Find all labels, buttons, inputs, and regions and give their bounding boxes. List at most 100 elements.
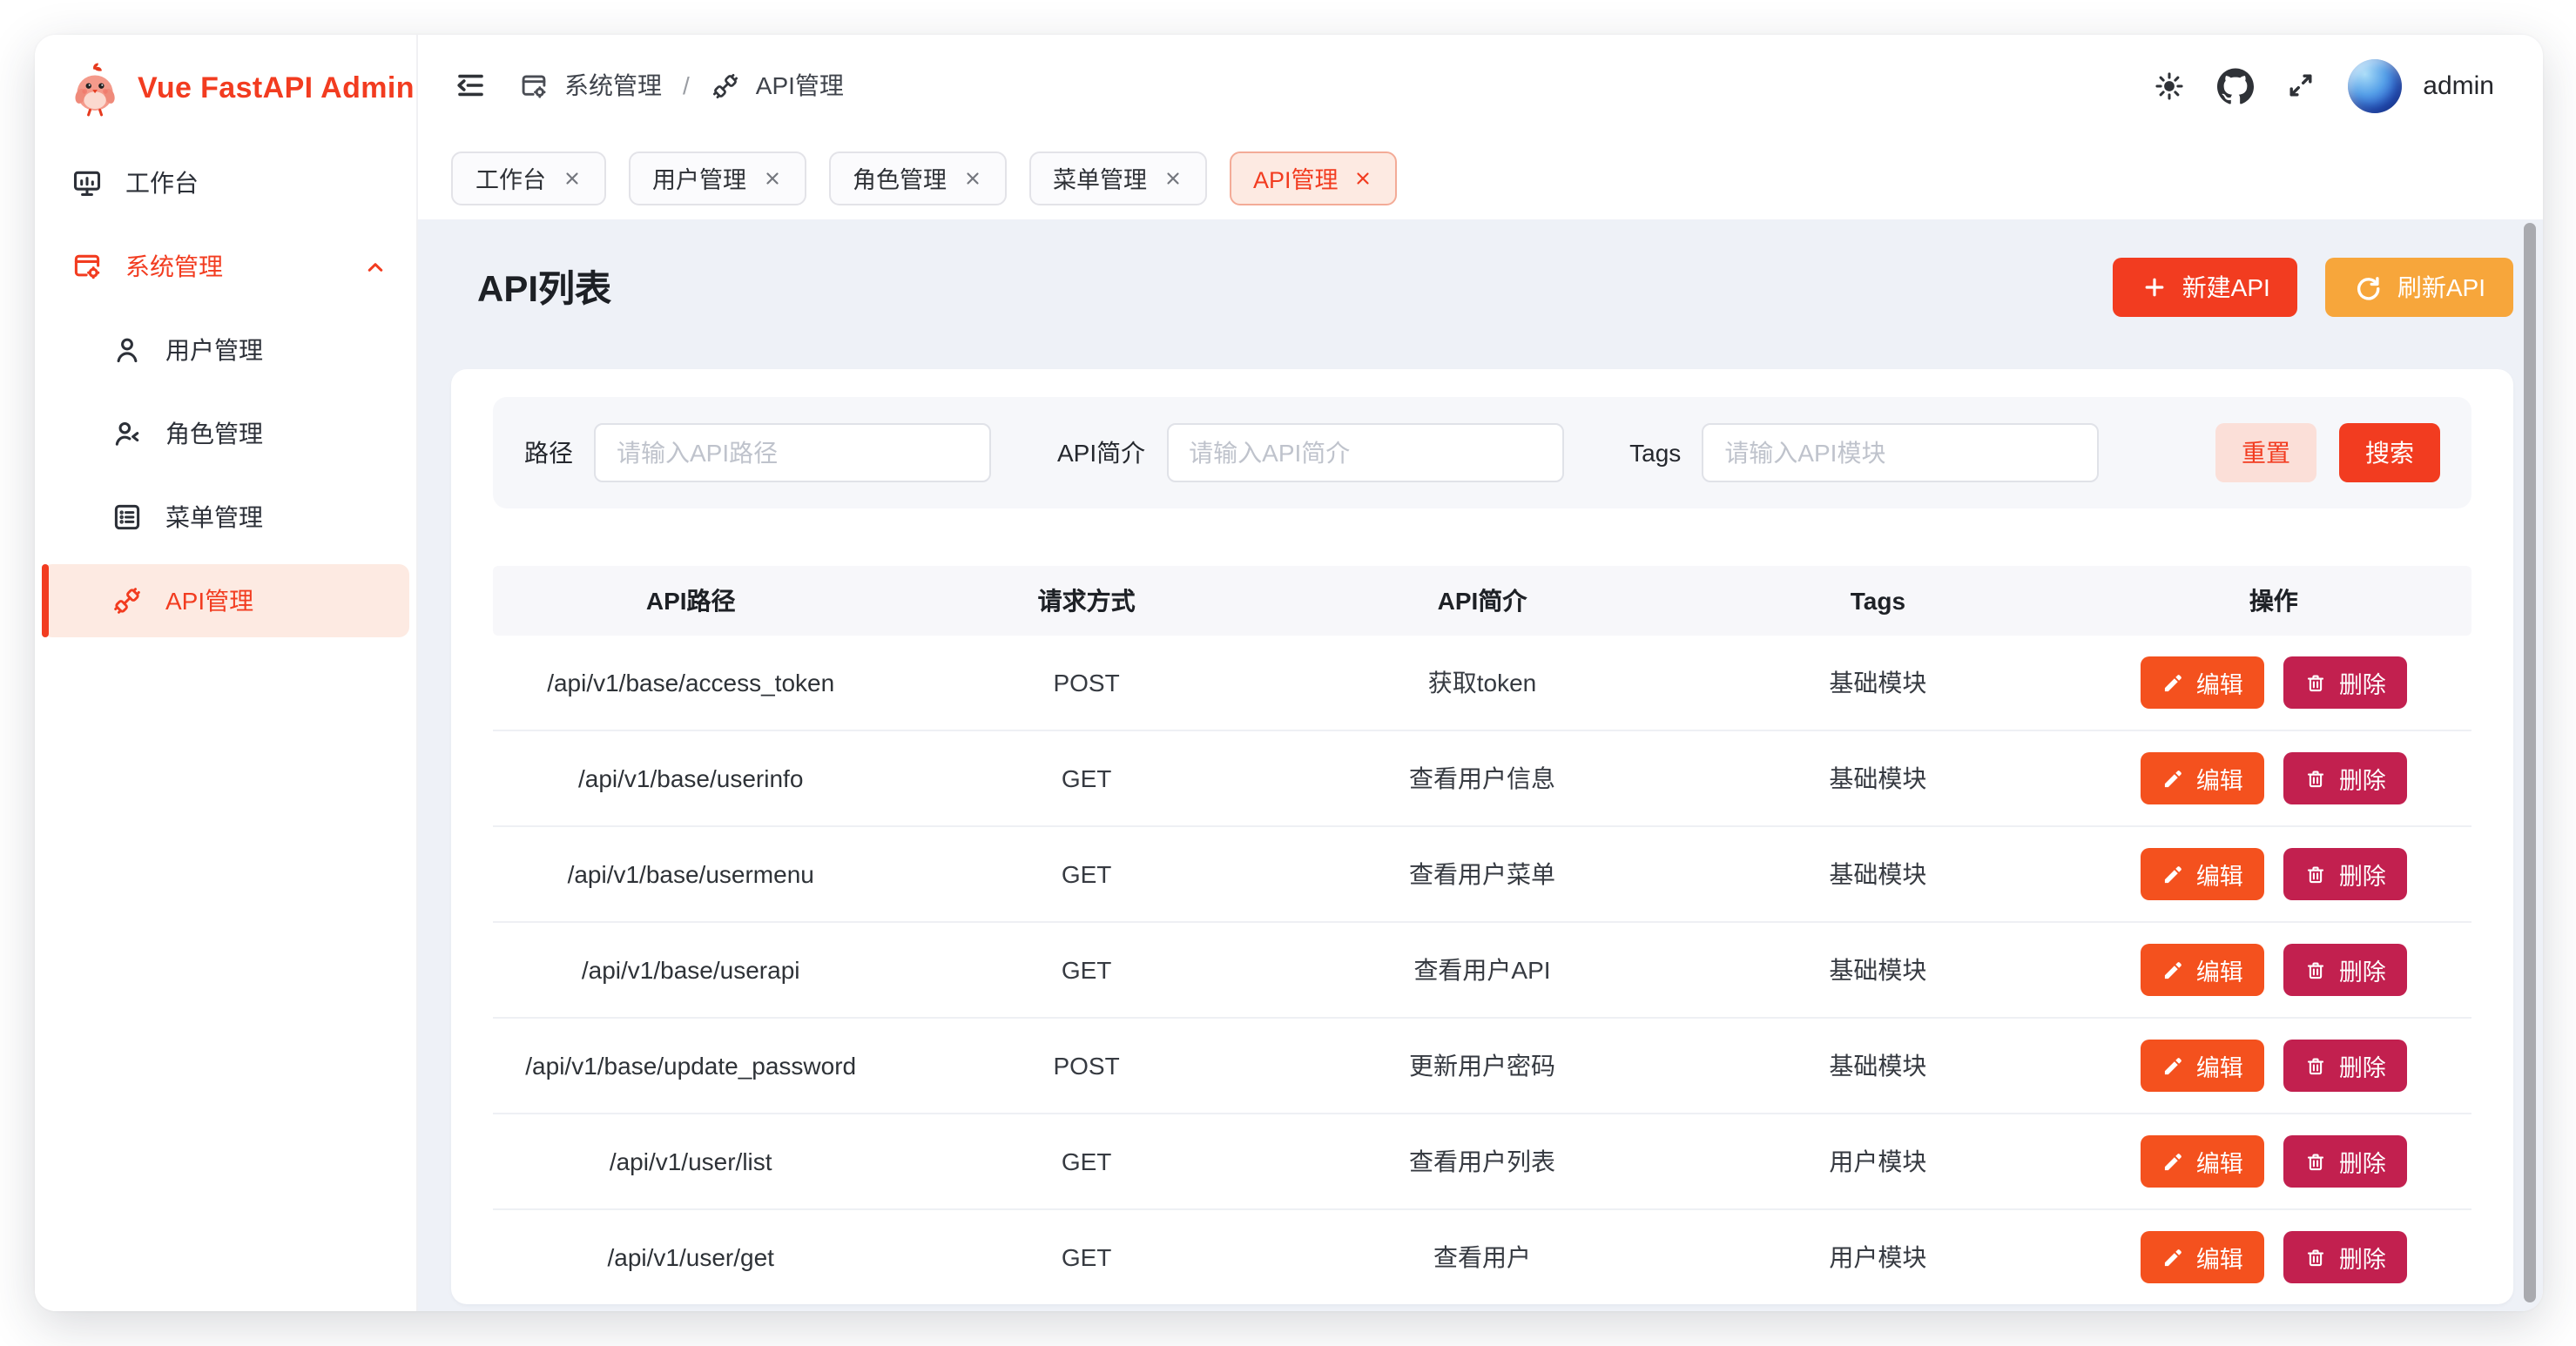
- app-logo[interactable]: Vue FastAPI Admin: [35, 35, 416, 125]
- delete-label: 删除: [2339, 857, 2386, 892]
- sidebar-item-label: 用户管理: [165, 333, 263, 367]
- delete-button[interactable]: 删除: [2283, 752, 2407, 804]
- tags-cell: 用户模块: [1680, 1144, 2075, 1179]
- actions-cell: 编辑 删除: [2076, 944, 2471, 996]
- scrollbar-thumb[interactable]: [2524, 223, 2536, 1302]
- column-header-tags: Tags: [1680, 587, 2075, 615]
- sidebar-item-label: 工作台: [125, 165, 199, 200]
- plus-icon: [2141, 273, 2168, 301]
- edit-button[interactable]: 编辑: [2141, 848, 2264, 900]
- breadcrumb-label: API管理: [756, 68, 844, 103]
- table-body: /api/v1/base/access_token POST 获取token 基…: [493, 636, 2471, 1304]
- api-path-cell: /api/v1/base/access_token: [493, 669, 888, 697]
- tab[interactable]: API管理: [1229, 151, 1398, 205]
- system-settings-icon: [519, 71, 549, 100]
- delete-button[interactable]: 删除: [2283, 944, 2407, 996]
- close-icon[interactable]: [1354, 168, 1373, 187]
- delete-button[interactable]: 删除: [2283, 656, 2407, 709]
- sidebar-item-workbench[interactable]: 工作台: [42, 146, 409, 219]
- pencil-icon: [2161, 1246, 2184, 1269]
- trash-icon: [2304, 863, 2327, 885]
- edit-button[interactable]: 编辑: [2141, 944, 2264, 996]
- edit-button[interactable]: 编辑: [2141, 752, 2264, 804]
- create-api-button[interactable]: 新建API: [2113, 258, 2298, 317]
- table-row: /api/v1/base/access_token POST 获取token 基…: [493, 636, 2471, 731]
- api-list-card: 路径 API简介 Tags 重置 搜索 API路径 请求方式: [451, 369, 2513, 1304]
- summary-cell: 查看用户列表: [1285, 1144, 1680, 1179]
- tab[interactable]: 菜单管理: [1028, 151, 1206, 205]
- reset-button[interactable]: 重置: [2215, 423, 2316, 482]
- refresh-api-button[interactable]: 刷新API: [2326, 258, 2513, 317]
- sidebar-item-users[interactable]: 用户管理: [42, 313, 409, 387]
- summary-input[interactable]: [1166, 423, 1563, 482]
- delete-button[interactable]: 删除: [2283, 1231, 2407, 1283]
- search-button[interactable]: 搜索: [2339, 423, 2440, 482]
- close-icon[interactable]: [762, 168, 781, 187]
- trash-icon: [2304, 959, 2327, 981]
- page-content: API列表 新建API 刷新API: [418, 219, 2543, 1311]
- sidebar-item-api[interactable]: API管理: [42, 564, 409, 637]
- tags-input[interactable]: [1702, 423, 2099, 482]
- role-icon: [111, 418, 143, 449]
- sidebar-item-roles[interactable]: 角色管理: [42, 397, 409, 470]
- breadcrumb-item-api[interactable]: API管理: [711, 68, 844, 103]
- path-input[interactable]: [594, 423, 991, 482]
- monitor-icon: [71, 167, 103, 199]
- pencil-icon: [2161, 1150, 2184, 1173]
- github-icon: [2217, 67, 2254, 104]
- close-icon[interactable]: [962, 168, 981, 187]
- table-row: /api/v1/user/list GET 查看用户列表 用户模块 编辑 删除: [493, 1114, 2471, 1210]
- trash-icon: [2304, 1150, 2327, 1173]
- edit-label: 编辑: [2196, 1240, 2243, 1275]
- edit-button[interactable]: 编辑: [2141, 1040, 2264, 1092]
- delete-label: 删除: [2339, 1240, 2386, 1275]
- api-path-cell: /api/v1/base/userapi: [493, 956, 888, 984]
- delete-label: 删除: [2339, 665, 2386, 700]
- github-button[interactable]: [2217, 67, 2254, 104]
- app-window: Vue FastAPI Admin 工作台 系统管理: [35, 35, 2543, 1311]
- actions-cell: 编辑 删除: [2076, 1135, 2471, 1188]
- collapse-sidebar-button[interactable]: [453, 68, 488, 103]
- app-title: Vue FastAPI Admin: [138, 71, 415, 106]
- refresh-api-label: 刷新API: [2397, 270, 2485, 305]
- tab[interactable]: 用户管理: [628, 151, 806, 205]
- method-cell: GET: [888, 1243, 1284, 1271]
- delete-button[interactable]: 删除: [2283, 1040, 2407, 1092]
- pencil-icon: [2161, 671, 2184, 694]
- column-header-actions: 操作: [2076, 583, 2471, 618]
- sidebar-menu: 工作台 系统管理 用户: [35, 125, 416, 648]
- plug-icon: [711, 71, 740, 100]
- delete-button[interactable]: 删除: [2283, 848, 2407, 900]
- breadcrumb-item-system[interactable]: 系统管理: [519, 68, 662, 103]
- tab-label: API管理: [1253, 160, 1339, 195]
- close-icon[interactable]: [562, 168, 581, 187]
- fullscreen-button[interactable]: [2285, 70, 2316, 101]
- delete-label: 删除: [2339, 761, 2386, 796]
- trash-icon: [2304, 671, 2327, 694]
- avatar[interactable]: [2348, 58, 2402, 112]
- filter-panel: 路径 API简介 Tags 重置 搜索: [493, 397, 2471, 508]
- pencil-icon: [2161, 1054, 2184, 1077]
- theme-toggle-button[interactable]: [2153, 69, 2186, 102]
- page-actions: 新建API 刷新API: [2113, 258, 2513, 317]
- api-path-cell: /api/v1/user/get: [493, 1243, 888, 1271]
- system-settings-icon: [71, 251, 103, 282]
- edit-button[interactable]: 编辑: [2141, 656, 2264, 709]
- delete-button[interactable]: 删除: [2283, 1135, 2407, 1188]
- tags-cell: 基础模块: [1680, 857, 2075, 892]
- api-path-cell: /api/v1/base/usermenu: [493, 860, 888, 888]
- edit-button[interactable]: 编辑: [2141, 1135, 2264, 1188]
- close-icon[interactable]: [1163, 168, 1182, 187]
- sidebar-item-menus[interactable]: 菜单管理: [42, 481, 409, 554]
- sidebar-item-system[interactable]: 系统管理: [42, 230, 409, 303]
- tab[interactable]: 工作台: [451, 151, 605, 205]
- username[interactable]: admin: [2423, 71, 2494, 100]
- sidebar: Vue FastAPI Admin 工作台 系统管理: [35, 35, 418, 1311]
- tab[interactable]: 角色管理: [828, 151, 1006, 205]
- method-cell: GET: [888, 860, 1284, 888]
- edit-button[interactable]: 编辑: [2141, 1231, 2264, 1283]
- pencil-icon: [2161, 863, 2184, 885]
- pencil-icon: [2161, 767, 2184, 790]
- chevron-up-icon: [362, 253, 388, 279]
- menu-fold-icon: [453, 68, 488, 103]
